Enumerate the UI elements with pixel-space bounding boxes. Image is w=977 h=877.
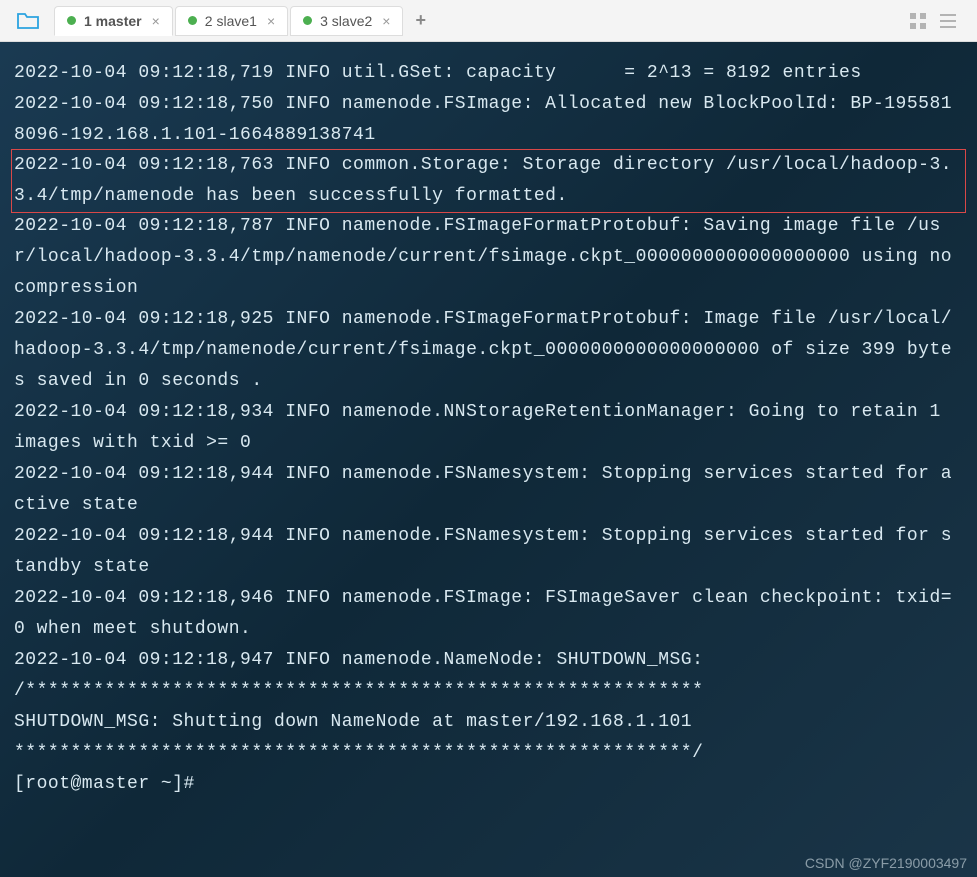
- terminal-line: 2022-10-04 09:12:18,946 INFO namenode.FS…: [14, 583, 963, 645]
- terminal-line: 2022-10-04 09:12:18,934 INFO namenode.NN…: [14, 397, 963, 459]
- terminal-line: ****************************************…: [14, 738, 963, 769]
- terminal-line: 2022-10-04 09:12:18,947 INFO namenode.Na…: [14, 645, 963, 676]
- tabs-container: 1 master × 2 slave1 × 3 slave2 ×: [54, 6, 403, 36]
- terminal-output[interactable]: 2022-10-04 09:12:18,719 INFO util.GSet: …: [0, 42, 977, 877]
- terminal-line: 2022-10-04 09:12:18,719 INFO util.GSet: …: [14, 58, 963, 89]
- menu-icon[interactable]: [939, 12, 957, 30]
- terminal-line: SHUTDOWN_MSG: Shutting down NameNode at …: [14, 707, 963, 738]
- terminal-line: [root@master ~]#: [14, 769, 963, 800]
- close-icon[interactable]: ×: [265, 13, 277, 29]
- toolbar-right: [909, 12, 957, 30]
- watermark: CSDN @ZYF2190003497: [805, 855, 967, 871]
- tab-2-slave1[interactable]: 2 slave1 ×: [175, 6, 288, 36]
- status-dot-icon: [67, 16, 76, 25]
- tab-label: 3 slave2: [320, 13, 372, 29]
- add-tab-button[interactable]: +: [403, 10, 438, 31]
- grid-view-icon[interactable]: [909, 12, 927, 30]
- terminal-line: 2022-10-04 09:12:18,944 INFO namenode.FS…: [14, 459, 963, 521]
- terminal-line: 2022-10-04 09:12:18,750 INFO namenode.FS…: [14, 89, 963, 151]
- tab-3-slave2[interactable]: 3 slave2 ×: [290, 6, 403, 36]
- terminal-line: 2022-10-04 09:12:18,925 INFO namenode.FS…: [14, 304, 963, 397]
- terminal-line: 2022-10-04 09:12:18,787 INFO namenode.FS…: [14, 211, 963, 304]
- tab-bar: 1 master × 2 slave1 × 3 slave2 × +: [0, 0, 977, 42]
- terminal-line: 2022-10-04 09:12:18,944 INFO namenode.FS…: [14, 521, 963, 583]
- highlighted-terminal-line: 2022-10-04 09:12:18,763 INFO common.Stor…: [11, 149, 966, 213]
- tab-1-master[interactable]: 1 master ×: [54, 6, 173, 36]
- tab-label: 2 slave1: [205, 13, 257, 29]
- status-dot-icon: [188, 16, 197, 25]
- close-icon[interactable]: ×: [150, 13, 162, 29]
- close-icon[interactable]: ×: [380, 13, 392, 29]
- terminal-line: /***************************************…: [14, 676, 963, 707]
- folder-icon[interactable]: [8, 6, 48, 36]
- status-dot-icon: [303, 16, 312, 25]
- tab-label: 1 master: [84, 13, 142, 29]
